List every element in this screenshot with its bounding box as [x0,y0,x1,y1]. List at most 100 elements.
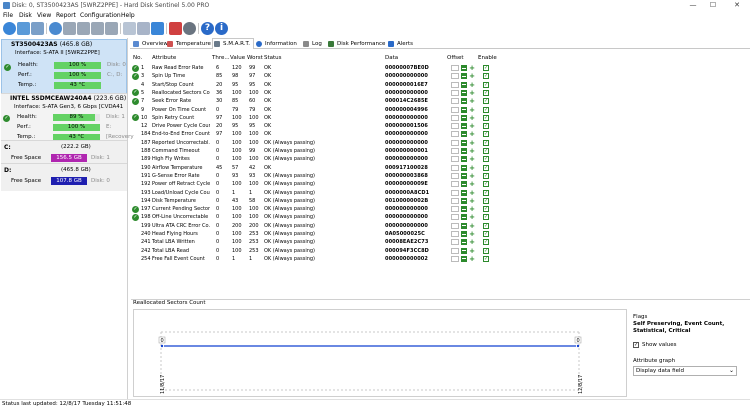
offset-value[interactable] [451,189,459,196]
table-row[interactable]: ✓ 198 Off-Line Uncorrectable ... 0 100 100 OK … [131,213,496,221]
enable-checkbox[interactable]: ✓ [483,73,489,80]
table-row[interactable]: 254 Free Fall Event Count 0 1 1 OK (Always pa… [131,255,496,263]
column-header-worst[interactable]: Worst [247,55,263,61]
tab-alerts[interactable]: Alerts [387,39,413,49]
gear-icon[interactable] [183,22,196,35]
menu-configuration[interactable]: Configuration [80,12,121,19]
enable-checkbox[interactable]: ✓ [483,89,489,96]
tab-log[interactable]: Log [302,39,322,49]
attribute-graph-select[interactable]: Display data field ⌄ [633,366,737,376]
offset-value[interactable] [451,172,459,179]
offset-increase-button[interactable]: + [469,247,475,254]
close-button[interactable]: ✕ [730,1,744,10]
report-icon[interactable] [31,22,44,35]
table-row[interactable]: ✓ 1 Raw Read Error Rate 6 120 99 OK 00000007BE0… [131,64,496,72]
offset-decrease-button[interactable] [461,89,467,96]
table-row[interactable]: 241 Total LBA Written 0 100 253 OK (Always pa… [131,238,496,246]
tab-temperature[interactable]: Temperature [166,39,211,49]
table-row[interactable]: 199 Ultra ATA CRC Error Co... 0 200 200 OK (A… [131,222,496,230]
info-icon[interactable]: i [215,22,228,35]
offset-decrease-button[interactable] [461,172,467,179]
enable-checkbox[interactable]: ✓ [483,98,489,105]
tab-smart[interactable]: S.M.A.R.T. [212,38,254,49]
offset-increase-button[interactable]: + [469,156,475,163]
offset-decrease-button[interactable] [461,123,467,130]
tab-information[interactable]: Information [255,39,297,49]
table-row[interactable]: 190 Airflow Temperature 45 57 42 OK 0009171000… [131,164,496,172]
offset-value[interactable] [451,181,459,188]
tab-overview[interactable]: Overview [132,39,168,49]
disk-item-0[interactable]: ST3500423AS (465.8 GB) Interface: S-ATA … [1,39,127,101]
column-header-enable[interactable]: Enable [478,55,497,61]
show-values-checkbox[interactable]: ✓ [633,342,639,348]
enable-checkbox[interactable]: ✓ [483,231,489,237]
offset-value[interactable] [451,247,459,254]
offset-value[interactable] [451,98,459,105]
table-row[interactable]: 189 High Fly Writes 0 100 100 OK (Always pass… [131,155,496,163]
offset-decrease-button[interactable] [461,206,467,213]
offset-decrease-button[interactable] [461,156,467,163]
column-header-offset[interactable]: Offset [447,55,464,61]
offset-increase-button[interactable]: + [469,89,475,96]
offset-increase-button[interactable]: + [469,181,475,188]
offset-value[interactable] [451,131,459,138]
offset-increase-button[interactable]: + [469,148,475,155]
table-row[interactable]: 187 Reported Uncorrectabl... 0 100 100 OK (Al… [131,139,496,147]
offset-decrease-button[interactable] [461,65,467,71]
disk-repair-icon[interactable] [91,22,104,35]
offset-decrease-button[interactable] [461,114,467,121]
offset-increase-button[interactable]: + [469,222,475,229]
table-row[interactable]: 240 Head Flying Hours 0 100 253 OK (Always pa… [131,230,496,238]
offset-decrease-button[interactable] [461,247,467,254]
offset-increase-button[interactable]: + [469,206,475,213]
minimize-button[interactable]: — [686,1,700,10]
maximize-button[interactable]: ☐ [706,1,720,10]
offset-value[interactable] [451,239,459,246]
offset-value[interactable] [451,164,459,171]
send-icon[interactable] [151,22,164,35]
enable-checkbox[interactable]: ✓ [483,148,489,154]
table-row[interactable]: 194 Disk Temperature 0 43 58 OK (Always passi… [131,197,496,205]
enable-checkbox[interactable]: ✓ [483,189,489,196]
table-row[interactable]: 192 Power off Retract Cycle... 0 100 100 OK (… [131,180,496,188]
enable-checkbox[interactable]: ✓ [483,172,489,179]
column-header-no[interactable]: No. [133,55,142,61]
offset-increase-button[interactable]: + [469,131,475,138]
offset-increase-button[interactable]: + [469,231,475,238]
offset-value[interactable] [451,231,459,237]
offset-value[interactable] [451,114,459,121]
offset-decrease-button[interactable] [461,181,467,188]
volume-d[interactable]: D: (465.8 GB) Free Space 107.8 GB Disk: … [1,163,127,191]
offset-increase-button[interactable]: + [469,197,475,204]
column-header-status[interactable]: Status [264,55,282,61]
offset-increase-button[interactable]: + [469,239,475,246]
offset-value[interactable] [451,206,459,213]
enable-checkbox[interactable]: ✓ [483,139,489,146]
offset-decrease-button[interactable] [461,131,467,138]
offset-value[interactable] [451,81,459,88]
document-icon[interactable] [137,22,150,35]
offset-value[interactable] [451,89,459,96]
offset-decrease-button[interactable] [461,222,467,229]
offset-value[interactable] [451,214,459,221]
offset-increase-button[interactable]: + [469,214,475,221]
offset-value[interactable] [451,139,459,146]
surface-test-icon[interactable] [77,22,90,35]
column-header-data[interactable]: Data [385,55,398,61]
enable-checkbox[interactable]: ✓ [483,156,489,163]
table-row[interactable]: 12 Drive Power Cycle Count 20 95 95 OK 0000000… [131,122,496,130]
offset-decrease-button[interactable] [461,239,467,246]
enable-checkbox[interactable]: ✓ [483,123,489,130]
refresh-icon[interactable] [3,22,16,35]
offset-value[interactable] [451,222,459,229]
offset-value[interactable] [451,106,459,113]
offset-increase-button[interactable]: + [469,114,475,121]
table-row[interactable]: 9 Power On Time Count 0 79 79 OK 000000004996 +… [131,106,496,114]
table-row[interactable]: ✓ 7 Seek Error Rate 30 85 60 OK 000014C2685E + ✓ [131,97,496,105]
menu-report[interactable]: Report [56,12,76,19]
column-header-value[interactable]: Value [230,55,245,61]
offset-increase-button[interactable]: + [469,123,475,130]
enable-checkbox[interactable]: ✓ [483,81,489,88]
offset-decrease-button[interactable] [461,164,467,171]
enable-checkbox[interactable]: ✓ [483,214,489,221]
